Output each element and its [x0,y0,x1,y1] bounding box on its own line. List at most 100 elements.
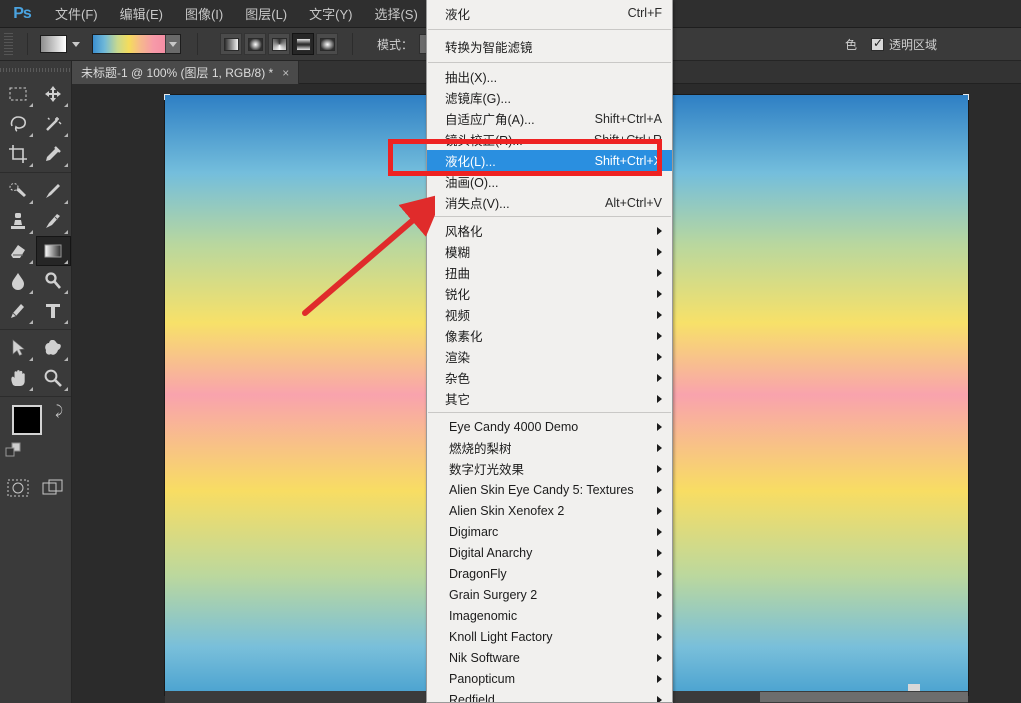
filter-menu-item[interactable]: Digital Anarchy [427,542,672,563]
filter-menu-item[interactable]: Panopticum [427,668,672,689]
filter-menu-item[interactable]: 像素化 [427,325,672,346]
spot-healing-brush-tool[interactable] [0,176,36,206]
pen-tool[interactable] [0,296,36,326]
filter-menu-item-label: Alien Skin Eye Candy 5: Textures [449,482,634,497]
filter-menu-item[interactable]: Alien Skin Eye Candy 5: Textures [427,479,672,500]
chevron-right-icon [657,268,662,277]
move-tool[interactable] [36,79,72,109]
filter-menu-dropdown[interactable]: 液化 Ctrl+F 转换为智能滤镜抽出(X)... 滤镜库(G)... 自适应广角(A)… [426,0,673,703]
gradient-preset-swatch[interactable] [40,35,67,53]
filter-menu-item[interactable]: Redfield [427,689,672,702]
filter-menu-item-label: 镜头校正(R)... [445,134,523,148]
reflected-gradient-type[interactable] [292,33,314,55]
close-icon[interactable]: × [282,66,289,80]
menu-bar-item-1[interactable]: 编辑(E) [109,0,174,28]
tool-more-indicator [64,200,68,204]
document-tab[interactable]: 未标题-1 @ 100% (图层 1, RGB/8) * × [72,61,300,84]
type-tool[interactable] [36,296,72,326]
filter-menu-item-label: 液化 [445,7,471,22]
filter-menu-item[interactable]: Nik Software [427,647,672,668]
filter-menu-item[interactable]: Knoll Light Factory [427,626,672,647]
history-brush-tool[interactable] [36,206,72,236]
filter-menu-item[interactable]: Eye Candy 4000 Demo [427,416,672,437]
hand-tool[interactable] [0,363,36,393]
filter-menu-item[interactable]: 杂色 [427,367,672,388]
radial-gradient-type[interactable] [244,33,266,55]
horizontal-scrollbar-thumb[interactable] [760,692,968,702]
chevron-right-icon [657,569,662,578]
custom-shape-tool[interactable] [36,333,72,363]
chevron-right-icon [657,310,662,319]
tool-more-indicator [64,230,68,234]
options-bar-grip[interactable] [4,33,13,55]
filter-menu-item[interactable]: 模糊 [427,241,672,262]
filter-menu-item[interactable]: Grain Surgery 2 [427,584,672,605]
filter-menu-item-label: DragonFly [449,566,507,581]
tool-row [0,109,71,139]
dodge-tool[interactable] [36,266,72,296]
foreground-color-swatch[interactable] [12,405,42,435]
diamond-gradient-type[interactable] [316,33,338,55]
default-colors-icon[interactable] [5,442,21,463]
filter-menu-item[interactable]: Alien Skin Xenofex 2 [427,500,672,521]
filter-menu-item[interactable]: 液化 Ctrl+F [427,0,672,26]
menu-bar-item-0[interactable]: 文件(F) [44,0,109,28]
crop-tool[interactable] [0,139,36,169]
filter-menu-item[interactable]: 镜头校正(R)... Shift+Ctrl+R [427,129,672,150]
filter-menu-item[interactable]: 锐化 [427,283,672,304]
magic-wand-tool[interactable] [36,109,72,139]
chevron-down-icon[interactable] [72,41,80,47]
filter-menu-item[interactable]: 渲染 [427,346,672,367]
transparency-checkbox[interactable] [871,36,885,51]
filter-menu-item[interactable]: 转换为智能滤镜 [427,33,672,59]
tools-panel-grip[interactable] [0,64,71,76]
angle-gradient-type[interactable] [268,33,290,55]
eraser-tool[interactable] [0,236,36,266]
filter-menu-item[interactable]: 视频 [427,304,672,325]
filter-menu-item-label: 渲染 [445,351,471,365]
gradient-preview-swatch[interactable] [93,35,165,53]
clone-stamp-tool[interactable] [0,206,36,236]
zoom-tool[interactable] [36,363,72,393]
eyedropper-tool[interactable] [36,139,72,169]
filter-menu-item[interactable]: 滤镜库(G)... [427,87,672,108]
chevron-right-icon [657,632,662,641]
chevron-right-icon [657,443,662,452]
filter-menu-item[interactable]: 其它 [427,388,672,409]
menu-bar-item-4[interactable]: 文字(Y) [298,0,363,28]
gradient-tool[interactable] [35,236,71,266]
path-selection-tool[interactable] [0,333,36,363]
filter-menu-item[interactable]: 扭曲 [427,262,672,283]
filter-menu-item[interactable]: 液化(L)... Shift+Ctrl+X [427,150,672,171]
menu-bar-item-3[interactable]: 图层(L) [234,0,298,28]
gradient-dropdown-button[interactable] [165,35,180,53]
filter-menu-item[interactable]: DragonFly [427,563,672,584]
tool-group-0 [0,76,71,173]
filter-menu-item[interactable]: 消失点(V)... Alt+Ctrl+V [427,192,672,213]
swap-colors-icon[interactable]: ⤸ [55,403,63,419]
menu-bar-item-2[interactable]: 图像(I) [174,0,234,28]
linear-gradient-type[interactable] [220,33,242,55]
lasso-tool[interactable] [0,109,36,139]
brush-tool[interactable] [36,176,72,206]
menu-bar-item-5[interactable]: 选择(S) [363,0,428,28]
quick-mask-icon[interactable] [0,473,36,503]
filter-menu-item[interactable]: 抽出(X)... [427,66,672,87]
transparency-checkbox-row[interactable]: 透明区域 [871,36,937,53]
gradient-preset-picker[interactable] [40,35,80,53]
filter-menu-item-label: 油画(O)... [445,176,499,190]
filter-menu-item[interactable]: 风格化 [427,220,672,241]
blur-tool[interactable] [0,266,36,296]
tool-more-indicator [28,163,33,167]
filter-menu-item[interactable]: 燃烧的梨树 [427,437,672,458]
filter-menu-item[interactable]: 自适应广角(A)... Shift+Ctrl+A [427,108,672,129]
screen-mode-icon[interactable] [36,473,72,503]
gradient-editor-picker[interactable] [92,34,181,54]
chevron-right-icon [657,289,662,298]
filter-menu-item-label: 抽出(X)... [445,71,498,85]
filter-menu-item[interactable]: 油画(O)... [427,171,672,192]
filter-menu-item[interactable]: 数字灯光效果 [427,458,672,479]
rectangular-marquee-tool[interactable] [0,79,36,109]
filter-menu-item[interactable]: Digimarc [427,521,672,542]
filter-menu-item[interactable]: Imagenomic [427,605,672,626]
